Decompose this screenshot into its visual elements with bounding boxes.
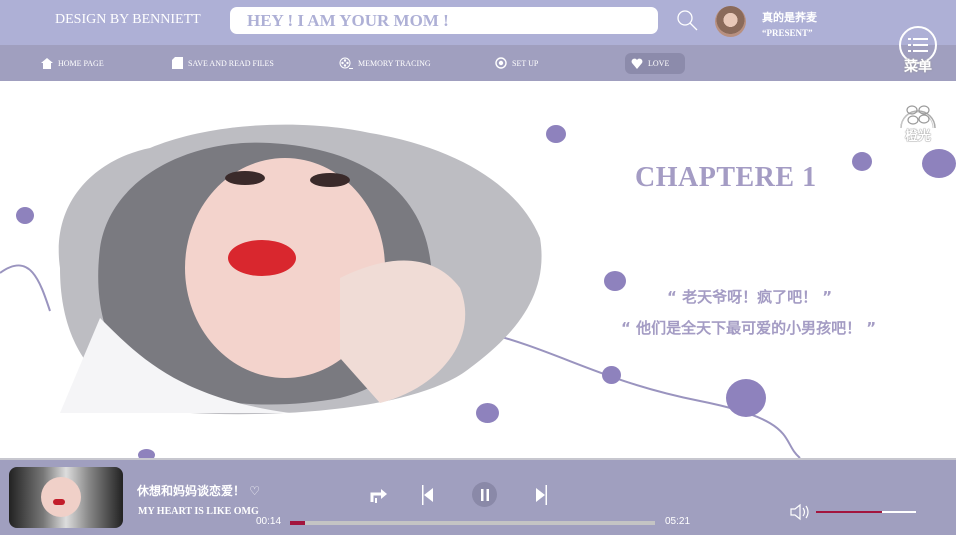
pause-button[interactable] [472,482,497,507]
menu-label: 菜单 [904,59,932,75]
menu-button[interactable]: 菜单 [898,26,938,76]
nav-files[interactable]: SAVE AND READ FILES [172,55,274,71]
decorative-dot [16,207,34,224]
pause-icon [480,488,489,501]
brand: DESIGN BY BENNIETT [55,12,201,27]
like-heart-icon[interactable]: ♡ [249,484,260,498]
decorative-dot [604,271,626,291]
file-icon [172,57,183,69]
song-artist: MY HEART IS LIKE OMG [138,506,259,517]
nav-bar: HOME PAGE SAVE AND READ FILES MEMORY TRA… [0,45,956,81]
nav-home[interactable]: HOME PAGE [41,55,104,71]
chapter-title: CHAPTERE 1 [635,162,817,193]
volume-icon[interactable] [790,503,812,521]
quote-line: “ 老天爷呀！疯了吧！ ” [667,288,833,306]
film-reel-icon [339,57,353,69]
top-bar: DESIGN BY BENNIETT 真的是荞麦 “PRESENT” [0,0,956,45]
avatar[interactable] [715,6,746,37]
nav-memory[interactable]: MEMORY TRACING [339,55,431,71]
hero-photo [40,118,550,418]
song-name: 休想和妈妈谈恋爱！ [137,484,246,498]
music-player: 休想和妈妈谈恋爱！ ♡ MY HEART IS LIKE OMG 00:14 0… [0,458,956,535]
nav-label: SAVE AND READ FILES [188,58,274,68]
nav-label: MEMORY TRACING [358,58,431,68]
nav-love[interactable]: LOVE [625,53,686,74]
nav-label: LOVE [648,59,670,68]
quote-line: “ 他们是全天下最可爱的小男孩吧！ ” [621,319,877,337]
nav-label: SET UP [512,58,539,68]
nav-label: HOME PAGE [58,58,104,68]
nav-setup[interactable]: SET UP [495,55,538,71]
progress-fill [290,521,305,525]
heart-icon [631,58,643,69]
decorative-dot [726,379,766,417]
home-icon [41,57,53,69]
previous-track-icon[interactable] [422,485,434,505]
album-cover [9,467,123,528]
decorative-dot [852,152,872,171]
next-track-icon[interactable] [535,485,547,505]
user-name: 真的是荞麦 [762,11,817,24]
song-title: 休想和妈妈谈恋爱！ ♡ [137,482,260,499]
settings-icon [495,57,507,69]
decorative-dot [922,149,956,178]
repeat-icon[interactable] [368,486,388,504]
volume-fill [816,511,882,513]
search-icon[interactable] [676,9,698,31]
decorative-dot [602,366,621,384]
progress-bar[interactable] [290,521,655,525]
current-time: 00:14 [256,516,282,527]
user-subtitle: “PRESENT” [762,28,813,38]
volume-slider[interactable] [816,511,916,513]
total-time: 05:21 [665,516,691,527]
search-input[interactable] [230,7,658,34]
